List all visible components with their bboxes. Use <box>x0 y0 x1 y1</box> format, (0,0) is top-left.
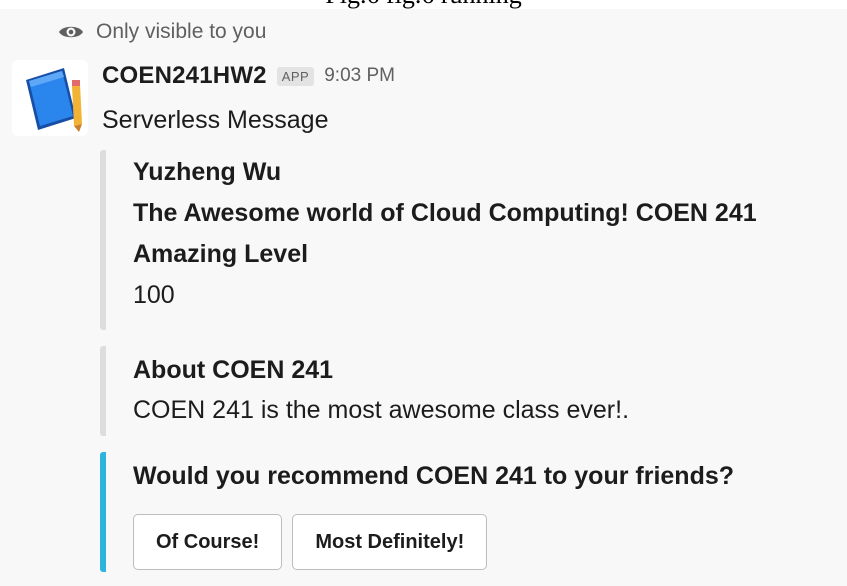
visibility-text: Only visible to you <box>96 20 267 43</box>
attachment-title: The Awesome world of Cloud Computing! CO… <box>133 199 757 227</box>
app-badge: APP <box>276 66 315 86</box>
action-buttons: Of Course! Most Definitely! <box>133 514 734 570</box>
of-course-button[interactable]: Of Course! <box>133 514 283 570</box>
about-text: COEN 241 is the most awesome class ever!… <box>133 396 630 424</box>
most-definitely-button[interactable]: Most Definitely! <box>292 514 488 570</box>
timestamp[interactable]: 9:03 PM <box>324 65 395 87</box>
field-value: 100 <box>133 281 175 309</box>
figure-caption: Fig.6 fig.6 running <box>0 0 847 9</box>
question-text: Would you recommend COEN 241 to your fri… <box>133 462 735 490</box>
field-label: Amazing Level <box>133 240 309 268</box>
visibility-notice: Only visible to you <box>58 20 266 44</box>
message-header: COEN241HW2 APP 9:03 PM <box>102 60 395 92</box>
about-title: About COEN 241 <box>133 356 334 384</box>
eye-icon <box>59 26 83 38</box>
app-name[interactable]: COEN241HW2 <box>102 62 267 90</box>
avatar[interactable] <box>12 60 88 136</box>
attachment-about: About COEN 241 COEN 241 is the most awes… <box>100 346 629 436</box>
attachment-profile: Yuzheng Wu The Awesome world of Cloud Co… <box>100 150 757 330</box>
message-text: Serverless Message <box>102 106 329 134</box>
attachment-author: Yuzheng Wu <box>133 158 282 186</box>
attachment-question: Would you recommend COEN 241 to your fri… <box>100 452 734 572</box>
top-caption-strip: Fig.6 fig.6 running <box>0 0 847 9</box>
notebook-pencil-icon <box>18 62 84 134</box>
